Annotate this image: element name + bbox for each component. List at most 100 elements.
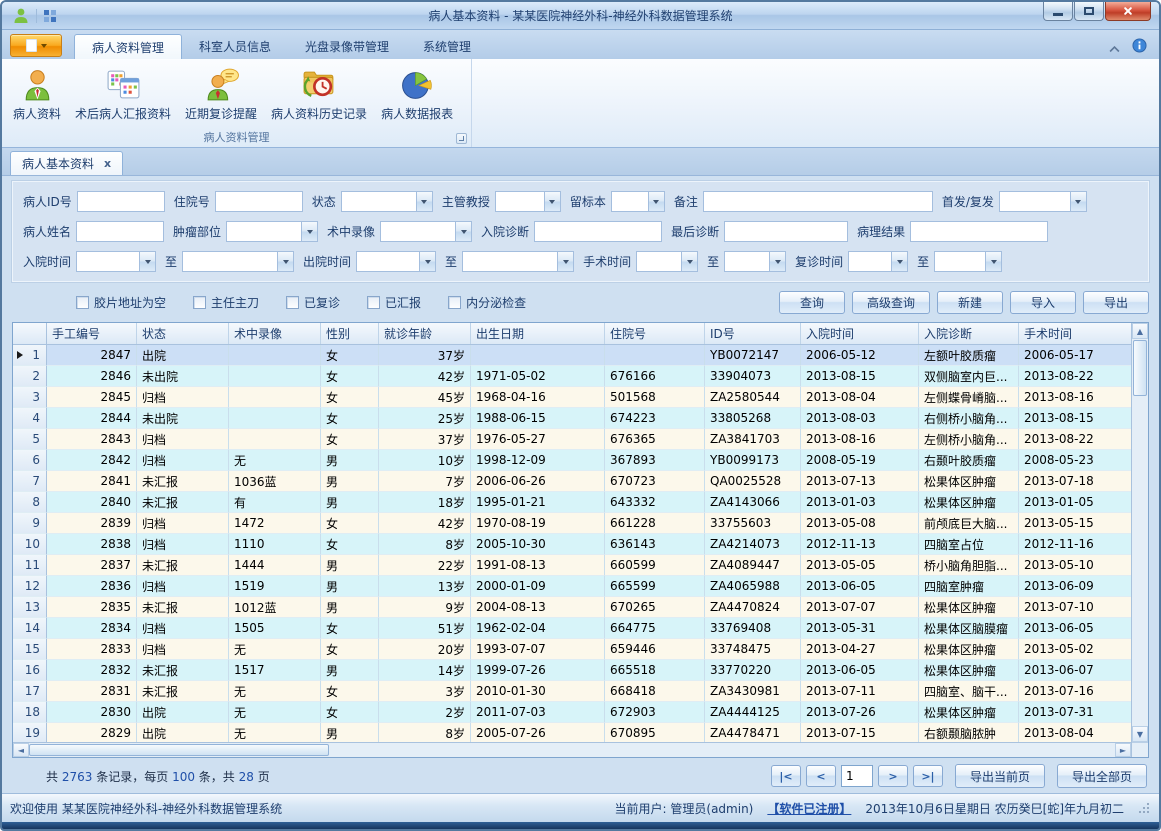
filter-input[interactable] (76, 221, 164, 242)
column-header[interactable]: 术中录像 (229, 323, 321, 344)
column-header[interactable]: 手术时间 (1019, 323, 1131, 344)
filter-combo[interactable] (611, 191, 665, 212)
filter-input[interactable] (534, 221, 662, 242)
scroll-up-button[interactable]: ▲ (1132, 323, 1148, 339)
filter-checkbox[interactable]: 已汇报 (367, 294, 421, 311)
action-button[interactable]: 导出 (1083, 291, 1149, 314)
close-tab-icon[interactable]: x (104, 158, 111, 169)
ribbon-tab[interactable]: 系统管理 (406, 34, 488, 59)
column-header[interactable]: 性别 (321, 323, 379, 344)
table-row[interactable]: 102838归档1110女8岁2005-10-30636143ZA4214073… (13, 534, 1131, 555)
column-header[interactable]: 住院号 (605, 323, 705, 344)
filter-input[interactable] (77, 191, 165, 212)
column-header[interactable]: 入院诊断 (919, 323, 1019, 344)
checkbox-box-icon[interactable] (367, 296, 380, 309)
vertical-scrollbar[interactable]: ▲ ▼ (1131, 323, 1148, 757)
filter-checkbox[interactable]: 主任主刀 (193, 294, 259, 311)
export-all-pages-button[interactable]: 导出全部页 (1057, 764, 1147, 788)
combo-dropdown-button[interactable] (1070, 192, 1086, 211)
table-row[interactable]: 152833归档无女20岁1993-07-0765944633748475201… (13, 639, 1131, 660)
ribbon-button[interactable]: 病人资料历史记录 (264, 62, 374, 130)
table-row[interactable]: 32845归档女45岁1968-04-16501568ZA25805442013… (13, 387, 1131, 408)
combo-dropdown-button[interactable] (681, 252, 697, 271)
filter-combo[interactable] (182, 251, 294, 272)
application-menu-button[interactable] (10, 34, 62, 57)
filter-combo[interactable] (341, 191, 433, 212)
table-row[interactable]: 62842归档无男10岁1998-12-09367893YB0099173200… (13, 450, 1131, 471)
table-row[interactable]: 172831未汇报无女3岁2010-01-30668418ZA343098120… (13, 681, 1131, 702)
help-info-icon[interactable] (1132, 38, 1147, 53)
horizontal-scrollbar[interactable]: ◄ ► (13, 742, 1131, 757)
collapse-ribbon-icon[interactable] (1109, 42, 1120, 49)
document-tab-active[interactable]: 病人基本资料 x (10, 151, 123, 175)
filter-combo[interactable] (724, 251, 786, 272)
ribbon-button[interactable]: 病人资料 (6, 62, 68, 130)
first-page-button[interactable]: |< (771, 765, 801, 787)
ribbon-tab[interactable]: 病人资料管理 (74, 34, 182, 59)
table-row[interactable]: 182830出院无女2岁2011-07-03672903ZA4444125201… (13, 702, 1131, 723)
checkbox-box-icon[interactable] (286, 296, 299, 309)
filter-combo[interactable] (999, 191, 1087, 212)
resize-grip-icon[interactable] (1138, 802, 1151, 815)
checkbox-box-icon[interactable] (76, 296, 89, 309)
table-row[interactable]: 92839归档1472女42岁1970-08-19661228337556032… (13, 513, 1131, 534)
app-logo-icon[interactable] (12, 7, 30, 25)
combo-dropdown-button[interactable] (416, 192, 432, 211)
filter-input[interactable] (724, 221, 848, 242)
column-header[interactable]: 出生日期 (471, 323, 605, 344)
table-row[interactable]: 122836归档1519男13岁2000-01-09665599ZA406598… (13, 576, 1131, 597)
table-row[interactable]: 132835未汇报1012蓝男9岁2004-08-13670265ZA44708… (13, 597, 1131, 618)
filter-input[interactable] (703, 191, 933, 212)
filter-input[interactable] (215, 191, 303, 212)
table-row[interactable]: 162832未汇报1517男14岁1999-07-266655183377022… (13, 660, 1131, 681)
column-header[interactable]: 状态 (137, 323, 229, 344)
combo-dropdown-button[interactable] (277, 252, 293, 271)
filter-combo[interactable] (356, 251, 436, 272)
table-row[interactable]: 22846未出院女42岁1971-05-02676166339040732013… (13, 366, 1131, 387)
combo-dropdown-button[interactable] (419, 252, 435, 271)
last-page-button[interactable]: >| (913, 765, 943, 787)
column-header[interactable]: 就诊年龄 (379, 323, 471, 344)
scroll-left-button[interactable]: ◄ (13, 743, 29, 757)
column-header[interactable]: ID号 (705, 323, 801, 344)
table-row[interactable]: 192829出院无男8岁2005-07-26670895ZA4478471201… (13, 723, 1131, 742)
table-row[interactable]: 112837未汇报1444男22岁1991-08-13660599ZA40894… (13, 555, 1131, 576)
filter-combo[interactable] (76, 251, 156, 272)
ribbon-button[interactable]: 病人数据报表 (374, 62, 460, 130)
filter-combo[interactable] (495, 191, 561, 212)
horizontal-scroll-thumb[interactable] (29, 744, 329, 756)
current-page-input[interactable] (841, 765, 873, 787)
table-row[interactable]: 72841未汇报1036蓝男7岁2006-06-26670723QA002552… (13, 471, 1131, 492)
scroll-down-button[interactable]: ▼ (1132, 726, 1148, 742)
vertical-scroll-track[interactable] (1132, 397, 1148, 726)
table-row[interactable]: 82840未汇报有男18岁1995-01-21643332ZA414306620… (13, 492, 1131, 513)
filter-combo[interactable] (636, 251, 698, 272)
ribbon-tab[interactable]: 光盘录像带管理 (288, 34, 406, 59)
filter-checkbox[interactable]: 内分泌检查 (448, 294, 526, 311)
filter-input[interactable] (910, 221, 1048, 242)
checkbox-box-icon[interactable] (193, 296, 206, 309)
ribbon-button[interactable]: 近期复诊提醒 (178, 62, 264, 130)
column-header[interactable]: 手工编号 (47, 323, 137, 344)
checkbox-box-icon[interactable] (448, 296, 461, 309)
table-row[interactable]: 52843归档女37岁1976-05-27676365ZA38417032013… (13, 429, 1131, 450)
quick-access-grid-icon[interactable] (43, 9, 57, 23)
combo-dropdown-button[interactable] (891, 252, 907, 271)
combo-dropdown-button[interactable] (648, 192, 664, 211)
combo-dropdown-button[interactable] (544, 192, 560, 211)
export-current-page-button[interactable]: 导出当前页 (955, 764, 1045, 788)
combo-dropdown-button[interactable] (769, 252, 785, 271)
combo-dropdown-button[interactable] (455, 222, 471, 241)
column-header[interactable]: 入院时间 (801, 323, 919, 344)
maximize-button[interactable] (1074, 2, 1104, 21)
action-button[interactable]: 查询 (779, 291, 845, 314)
prev-page-button[interactable]: < (806, 765, 836, 787)
ribbon-tab[interactable]: 科室人员信息 (182, 34, 288, 59)
filter-combo[interactable] (934, 251, 1002, 272)
filter-combo[interactable] (380, 221, 472, 242)
vertical-scroll-thumb[interactable] (1133, 340, 1147, 396)
ribbon-button[interactable]: 术后病人汇报资料 (68, 62, 178, 130)
scroll-right-button[interactable]: ► (1115, 743, 1131, 757)
next-page-button[interactable]: > (878, 765, 908, 787)
group-dialog-launcher-icon[interactable] (456, 133, 467, 144)
